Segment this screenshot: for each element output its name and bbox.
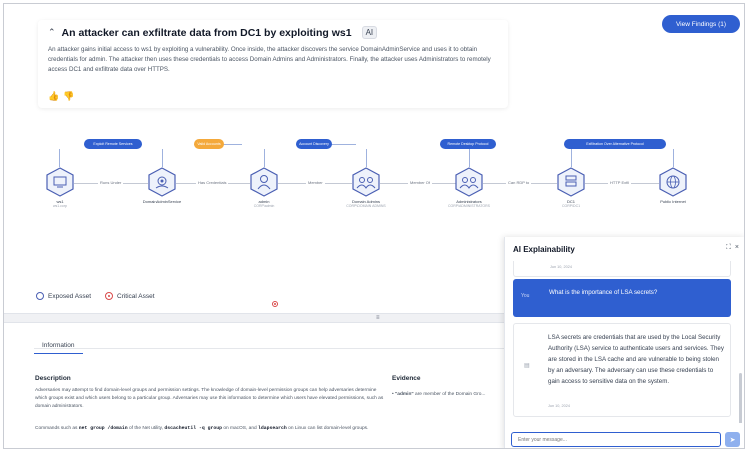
technique-drop	[571, 149, 572, 167]
technique-drop	[366, 149, 367, 167]
ai-answer: LSA secrets are credentials that are use…	[548, 334, 724, 385]
evidence-item: • "admin" are member of the Domain Gro..…	[392, 392, 486, 397]
edge-label: Member Of	[408, 180, 433, 185]
chat-message-previous: Jun 10, 2024	[513, 261, 731, 277]
thumbs-down-icon[interactable]: 👎	[63, 91, 74, 102]
message-timestamp: Jun 10, 2024	[550, 265, 572, 269]
description-commands: Commands such as net group /domain of th…	[35, 425, 385, 433]
technique-pill[interactable]: Exploit Remote Services	[84, 139, 142, 149]
command-code: ldapsearch	[258, 426, 287, 431]
user-question: What is the importance of LSA secrets?	[549, 289, 658, 296]
chat-message-user: You What is the importance of LSA secret…	[513, 279, 731, 317]
thumbs-up-icon[interactable]: 👍	[48, 91, 59, 102]
legend-critical-label: Critical Asset	[117, 292, 155, 300]
node-sublabel: CORP\DC1	[561, 204, 581, 208]
chevron-up-icon[interactable]: ⌃	[48, 27, 56, 38]
close-icon[interactable]: ×	[735, 244, 739, 252]
command-code: net group /domain	[78, 426, 128, 431]
node-sublabel: CORP\admin	[253, 204, 275, 208]
edge-label: Can RDP to	[506, 180, 532, 185]
node-label: DomainAdminService	[142, 199, 182, 204]
node-sublabel: CORP\DOMAIN ADMINS	[346, 204, 386, 208]
description-text: Adversaries may attempt to find domain-l…	[35, 388, 384, 409]
server-icon[interactable]	[557, 167, 585, 197]
ai-explainability-panel: AI Explainability ⛶ × Jun 10, 2024 You W…	[504, 237, 744, 448]
legend-exposed: Exposed Asset	[36, 292, 91, 300]
edge-label: HTTP Exfil	[608, 180, 632, 185]
commands-text: on macOS, and	[223, 426, 257, 431]
edge-label: Member	[306, 180, 325, 185]
technique-drop	[469, 149, 470, 167]
graph-legend: Exposed Asset Critical Asset	[36, 292, 155, 300]
critical-asset-icon	[105, 292, 113, 300]
tab-divider	[34, 348, 504, 349]
evidence-text: are member of the Domain Gro...	[415, 392, 486, 397]
message-timestamp: Jun 10, 2024	[548, 404, 570, 408]
ai-avatar-icon: ▤	[524, 363, 530, 369]
commands-text: of the Net utility,	[129, 426, 164, 431]
finding-card: ⌃ An attacker can exfiltrate data from D…	[38, 20, 508, 108]
technique-drop	[264, 149, 265, 167]
chat-message-ai: ▤ LSA secrets are credentials that are u…	[513, 323, 731, 417]
technique-drop	[59, 149, 60, 167]
finding-header[interactable]: ⌃ An attacker can exfiltrate data from D…	[48, 26, 498, 39]
expand-icon[interactable]: ⛶	[726, 244, 731, 252]
edge-label: Has Credentials	[196, 180, 229, 185]
critical-asset-marker	[272, 301, 278, 307]
finding-title: An attacker can exfiltrate data from DC1…	[61, 26, 352, 39]
legend-exposed-label: Exposed Asset	[48, 292, 91, 300]
group-icon[interactable]	[352, 167, 380, 197]
command-code: dscacheutil -q group	[164, 426, 222, 431]
chat-input[interactable]	[511, 432, 721, 447]
evidence-user: "admin"	[395, 392, 414, 397]
technique-drop	[162, 149, 163, 167]
workstation-icon[interactable]	[46, 167, 74, 197]
details-tabs: Information	[34, 334, 83, 354]
view-findings-button[interactable]: View Findings (1)	[662, 15, 740, 33]
commands-text: on Linux can list domain-level groups.	[288, 426, 369, 431]
evidence-heading: Evidence	[392, 375, 421, 382]
technique-pill[interactable]: Remote Desktop Protocol	[440, 139, 496, 149]
exposed-asset-icon	[36, 292, 44, 300]
technique-pill[interactable]: Exfiltration Over Alternative Protocol	[564, 139, 666, 149]
drag-handle-icon[interactable]: ≡	[376, 315, 380, 321]
commands-text: Commands such as	[35, 426, 78, 431]
legend-critical: Critical Asset	[105, 292, 155, 300]
globe-icon[interactable]	[659, 167, 687, 197]
chat-history[interactable]: Jun 10, 2024 You What is the importance …	[505, 259, 744, 423]
finding-description: An attacker gains initial access to ws1 …	[48, 46, 491, 73]
edge-label: Runs Under	[98, 180, 124, 185]
node-label: Public Internet	[660, 199, 686, 204]
attack-path-graph: Exploit Remote Services Valid Accounts A…	[4, 129, 744, 307]
user-icon[interactable]	[250, 167, 278, 197]
technique-pill[interactable]: Valid Accounts	[194, 139, 224, 149]
user-avatar-icon: You	[521, 293, 530, 299]
technique-drop	[673, 149, 674, 167]
description-heading: Description	[35, 375, 71, 382]
group-icon[interactable]	[455, 167, 483, 197]
ai-badge[interactable]: AI	[361, 26, 378, 39]
feedback-buttons: 👍 👎	[48, 91, 74, 102]
send-icon[interactable]: ➤	[725, 432, 740, 447]
service-icon[interactable]	[148, 167, 176, 197]
ai-panel-title: AI Explainability	[513, 245, 575, 254]
node-sublabel: ws1.corp	[52, 204, 67, 208]
chat-scrollbar[interactable]	[739, 373, 742, 423]
node-sublabel: CORP\ADMINISTRATORS	[447, 204, 491, 208]
app-window: ⌃ An attacker can exfiltrate data from D…	[3, 3, 745, 449]
ai-panel-controls: ⛶ ×	[726, 244, 739, 252]
technique-pill[interactable]: Account Discovery	[296, 139, 332, 149]
